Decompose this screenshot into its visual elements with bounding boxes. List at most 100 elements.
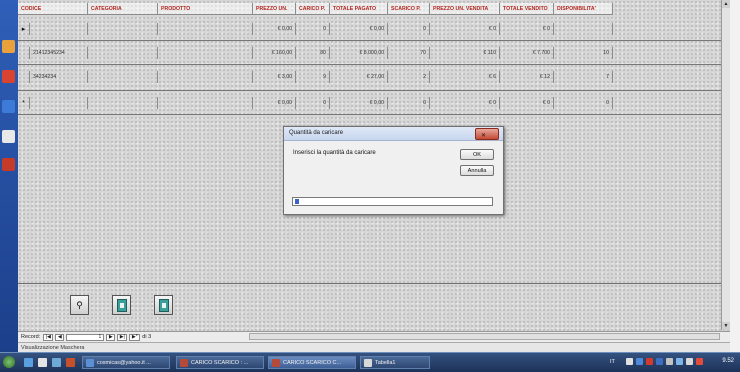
cell-scarico[interactable]: 0 (388, 97, 430, 109)
cell-prodotto[interactable] (158, 97, 253, 109)
taskbar-item-access-2[interactable]: CARICO SCARICO C... (268, 356, 356, 369)
find-button[interactable]: ⚲ (70, 295, 89, 315)
clock[interactable]: 9.52 (722, 358, 734, 364)
desktop-icon[interactable] (2, 158, 15, 171)
cell-scarico[interactable]: 70 (388, 47, 430, 59)
vertical-scrollbar[interactable]: ▲ ▼ (721, 0, 730, 330)
column-header-carico[interactable]: CARICO P. (296, 3, 330, 15)
desktop-icon[interactable] (2, 40, 15, 53)
cell-disponibilita[interactable]: 10 (554, 47, 613, 59)
column-header-totale-pagato[interactable]: TOTALE PAGATO (330, 3, 388, 15)
scroll-down-icon[interactable]: ▼ (722, 322, 730, 330)
current-record-field[interactable]: 1 (66, 333, 105, 341)
cell-totale-vendito[interactable]: € 12 (500, 71, 554, 83)
cell-totale-vendito[interactable]: € 7.700 (500, 47, 554, 59)
cell-categoria[interactable] (88, 71, 158, 83)
column-header-disponibilita[interactable]: DISPONIBILITA' (554, 3, 613, 15)
cell-categoria[interactable] (88, 97, 158, 109)
desktop-icon[interactable] (2, 70, 15, 83)
network-icon[interactable] (666, 358, 673, 365)
cell-scarico[interactable]: 0 (388, 23, 430, 35)
previous-record-button[interactable]: ◀ (55, 333, 65, 341)
taskbar-item-access-1[interactable]: CARICO SCARICO : ... (176, 356, 264, 369)
cell-codice[interactable] (30, 23, 88, 35)
desktop-icon[interactable] (2, 100, 15, 113)
cell-categoria[interactable] (88, 47, 158, 59)
row-selector[interactable] (18, 71, 30, 83)
cell-prezzo-vendita[interactable]: € 0 (430, 23, 500, 35)
taskbar-item-table[interactable]: Tabella1 (360, 356, 430, 369)
quicklaunch-icon[interactable] (38, 358, 47, 367)
cell-totale-pagato[interactable]: € 0,00 (330, 23, 388, 35)
column-header-totale-vendito[interactable]: TOTALE VENDITO (500, 3, 554, 15)
cell-prezzo-un[interactable]: € 0,00 (253, 97, 296, 109)
cell-codice[interactable] (30, 97, 88, 109)
close-button[interactable]: ✕ (475, 128, 499, 140)
cell-totale-vendito[interactable]: € 0 (500, 97, 554, 109)
cell-prodotto[interactable] (158, 47, 253, 59)
ok-button[interactable]: OK (460, 149, 494, 160)
tray-icon[interactable] (626, 358, 633, 365)
start-button[interactable] (3, 356, 15, 368)
cell-totale-pagato[interactable]: € 27,00 (330, 71, 388, 83)
quantity-input[interactable] (292, 197, 493, 206)
cell-disponibilita[interactable]: 0 (554, 97, 613, 109)
row-selector[interactable]: * (18, 97, 30, 109)
form-button-2[interactable] (154, 295, 173, 315)
row-selector[interactable] (18, 47, 30, 59)
first-record-button[interactable]: |◀ (43, 333, 54, 341)
cell-prezzo-un[interactable]: € 160,00 (253, 47, 296, 59)
next-record-button[interactable]: ▶ (106, 333, 116, 341)
cell-carico[interactable]: 0 (296, 97, 330, 109)
column-header-prezzo-un[interactable]: PREZZO UN. (253, 3, 296, 15)
column-header-categoria[interactable]: CATEGORIA (88, 3, 158, 15)
column-header-prezzo-vendita[interactable]: PREZZO UN. VENDITA (430, 3, 500, 15)
cell-codice[interactable]: 34234234 (30, 71, 88, 83)
cell-prodotto[interactable] (158, 23, 253, 35)
row-selector[interactable]: ▸ (18, 23, 30, 35)
dialog-title-bar[interactable]: Quantità da caricare ✕ (284, 127, 503, 141)
cell-prezzo-vendita[interactable]: € 0 (430, 97, 500, 109)
tray-icon[interactable] (646, 358, 653, 365)
quicklaunch-icon[interactable] (52, 358, 61, 367)
column-header-scarico[interactable]: SCARICO P. (388, 3, 430, 15)
table-row-new[interactable]: * € 0,00 0 € 0,00 0 € 0 € 0 0 (18, 97, 730, 109)
tray-icon[interactable] (696, 358, 703, 365)
taskbar-item-mail[interactable]: cosmicas@yahoo.it ... (82, 356, 170, 369)
last-record-button[interactable]: ▶| (117, 333, 128, 341)
cell-totale-vendito[interactable]: € 0 (500, 23, 554, 35)
cancel-button[interactable]: Annulla (460, 165, 494, 176)
cell-codice[interactable]: 21412345234 (30, 47, 88, 59)
quicklaunch-icon[interactable] (24, 358, 33, 367)
cell-prezzo-un[interactable]: € 3,00 (253, 71, 296, 83)
tray-icon[interactable] (656, 358, 663, 365)
table-row[interactable]: 34234234 € 3,00 9 € 27,00 2 € 6 € 12 7 (18, 71, 730, 83)
cell-carico[interactable]: 80 (296, 47, 330, 59)
cell-disponibilita[interactable] (554, 23, 613, 35)
cell-prezzo-vendita[interactable]: € 110 (430, 47, 500, 59)
cell-disponibilita[interactable]: 7 (554, 71, 613, 83)
column-header-codice[interactable]: CODICE (18, 3, 88, 15)
horizontal-scrollbar[interactable] (249, 333, 720, 340)
table-row[interactable]: ▸ € 0,00 0 € 0,00 0 € 0 € 0 (18, 23, 730, 35)
cell-totale-pagato[interactable]: € 0,00 (330, 97, 388, 109)
tray-icon[interactable] (636, 358, 643, 365)
cell-scarico[interactable]: 2 (388, 71, 430, 83)
column-header-prodotto[interactable]: PRODOTTO (158, 3, 253, 15)
scroll-up-icon[interactable]: ▲ (722, 0, 730, 8)
language-indicator[interactable]: IT (610, 359, 615, 365)
new-record-button[interactable]: ▶* (129, 333, 141, 341)
volume-icon[interactable] (686, 358, 693, 365)
quicklaunch-icon[interactable] (66, 358, 75, 367)
table-row[interactable]: 21412345234 € 160,00 80 € 8.000,00 70 € … (18, 47, 730, 59)
cell-prodotto[interactable] (158, 71, 253, 83)
cell-carico[interactable]: 0 (296, 23, 330, 35)
cell-categoria[interactable] (88, 23, 158, 35)
form-button-1[interactable] (112, 295, 131, 315)
cell-prezzo-un[interactable]: € 0,00 (253, 23, 296, 35)
cell-carico[interactable]: 9 (296, 71, 330, 83)
cell-totale-pagato[interactable]: € 8.000,00 (330, 47, 388, 59)
tray-icon[interactable] (676, 358, 683, 365)
desktop-icon[interactable] (2, 130, 15, 143)
cell-prezzo-vendita[interactable]: € 6 (430, 71, 500, 83)
